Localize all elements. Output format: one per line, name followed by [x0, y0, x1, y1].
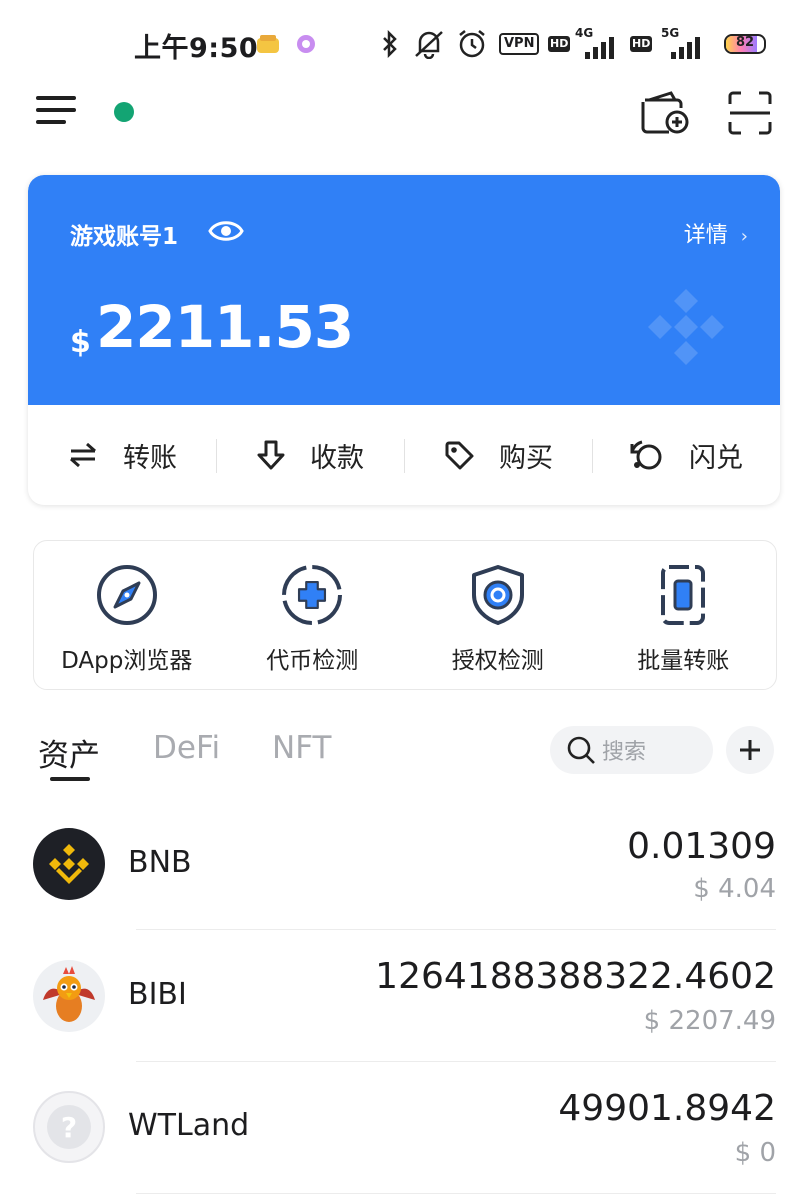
account-name[interactable]: 游戏账号1 [70, 217, 178, 251]
network-status-dot [114, 102, 134, 122]
account-balance-panel: 游戏账号1 详情 › $ 2211.53 [28, 175, 780, 405]
tab-assets[interactable]: 资产 [38, 730, 100, 775]
buy-button[interactable]: 购买 [404, 405, 592, 505]
mute-bell-icon [412, 26, 446, 62]
scan-icon[interactable] [727, 90, 773, 140]
search-input[interactable]: 搜索 [550, 726, 713, 774]
bluetooth-icon [380, 26, 400, 62]
battery-icon: 82 [724, 26, 766, 62]
swap-label: 闪兑 [689, 442, 743, 474]
vpn-label: VPN [499, 33, 540, 55]
detail-label: 详情 [683, 223, 728, 248]
tools-panel: DApp浏览器 代币检测 授权检测 批量转账 [33, 540, 777, 690]
tool-dapp-browser[interactable]: DApp浏览器 [34, 541, 220, 689]
receive-button[interactable]: 收款 [216, 405, 404, 505]
hd-label-2: HD [630, 36, 653, 52]
transfer-icon [70, 442, 96, 468]
svg-text:?: ? [61, 1111, 77, 1144]
bnb-logo-icon [33, 828, 105, 900]
alarm-icon [456, 26, 488, 62]
battery-level: 82 [735, 35, 755, 50]
total-balance: 2211.53 [96, 293, 354, 361]
tab-nft[interactable]: NFT [272, 730, 331, 766]
asset-usd-bnb: $ 4.04 [693, 874, 776, 904]
bibi-logo-icon [33, 960, 105, 1032]
binance-watermark-icon [642, 283, 730, 375]
swap-button[interactable]: 闪兑 [592, 405, 780, 505]
signal-5g-icon: 5G [655, 26, 713, 62]
asset-amount-wtland: 49901.8942 [558, 1088, 776, 1129]
tab-defi[interactable]: DeFi [153, 730, 220, 766]
search-icon [567, 736, 595, 764]
add-token-button[interactable] [726, 726, 774, 774]
status-bar: 上午9:50 VPN HD 4G HD 5G 82 [0, 0, 809, 90]
asset-amount-bibi: 1264188388322.4602 [375, 956, 776, 997]
asset-usd-wtland: $ 0 [734, 1138, 776, 1168]
search-placeholder: 搜索 [602, 740, 647, 765]
tool-label-token-check: 代币检测 [266, 648, 359, 674]
tool-label-approval-check: 授权检测 [451, 648, 544, 674]
tool-label-batch-transfer: 批量转账 [637, 648, 730, 674]
eye-icon[interactable] [208, 217, 244, 249]
receive-icon [257, 440, 285, 470]
asset-usd-bibi: $ 2207.49 [643, 1006, 776, 1036]
list-divider [136, 1193, 776, 1194]
tool-token-check[interactable]: 代币检测 [220, 541, 406, 689]
unknown-token-icon: ? [33, 1091, 105, 1163]
tool-approval-check[interactable]: 授权检测 [405, 541, 591, 689]
receive-label: 收款 [310, 442, 364, 474]
currency-symbol: $ [70, 325, 91, 360]
detail-link[interactable]: 详情 › [684, 217, 748, 249]
plus-icon [740, 740, 760, 760]
buy-tag-icon [445, 441, 474, 470]
hd-label-1: HD [548, 36, 571, 52]
menu-icon[interactable] [36, 96, 76, 132]
signal-4g-icon: 4G [573, 26, 623, 62]
buy-label: 购买 [499, 442, 553, 474]
compass-icon [96, 565, 157, 625]
tab-active-indicator [50, 777, 90, 781]
notification-app-icon [256, 26, 280, 62]
batch-transfer-icon [661, 565, 706, 625]
tool-label-dapp: DApp浏览器 [61, 648, 193, 674]
chevron-right-icon: › [740, 226, 748, 247]
asset-name-wtland[interactable]: WTLand [128, 1108, 249, 1143]
account-card: 游戏账号1 详情 › $ 2211.53 转账 收款 购买 闪兑 [28, 175, 780, 505]
notification-app-icon-2 [296, 26, 316, 62]
hd-badge-1: HD [548, 26, 571, 62]
token-check-icon [282, 565, 343, 625]
tool-batch-transfer[interactable]: 批量转账 [591, 541, 777, 689]
add-wallet-icon[interactable] [641, 90, 689, 140]
asset-name-bibi[interactable]: BIBI [128, 977, 187, 1012]
asset-name-bnb[interactable]: BNB [128, 845, 192, 880]
list-divider [136, 929, 776, 930]
status-time: 上午9:50 [134, 33, 259, 64]
transfer-label: 转账 [123, 442, 177, 474]
hd-badge-2: HD [630, 26, 653, 62]
vpn-icon: VPN [499, 26, 540, 62]
list-divider [136, 1061, 776, 1062]
swap-icon [630, 440, 662, 470]
transfer-button[interactable]: 转账 [28, 405, 216, 505]
asset-amount-bnb: 0.01309 [627, 826, 776, 867]
shield-icon [471, 565, 524, 625]
quick-actions: 转账 收款 购买 闪兑 [28, 405, 780, 505]
